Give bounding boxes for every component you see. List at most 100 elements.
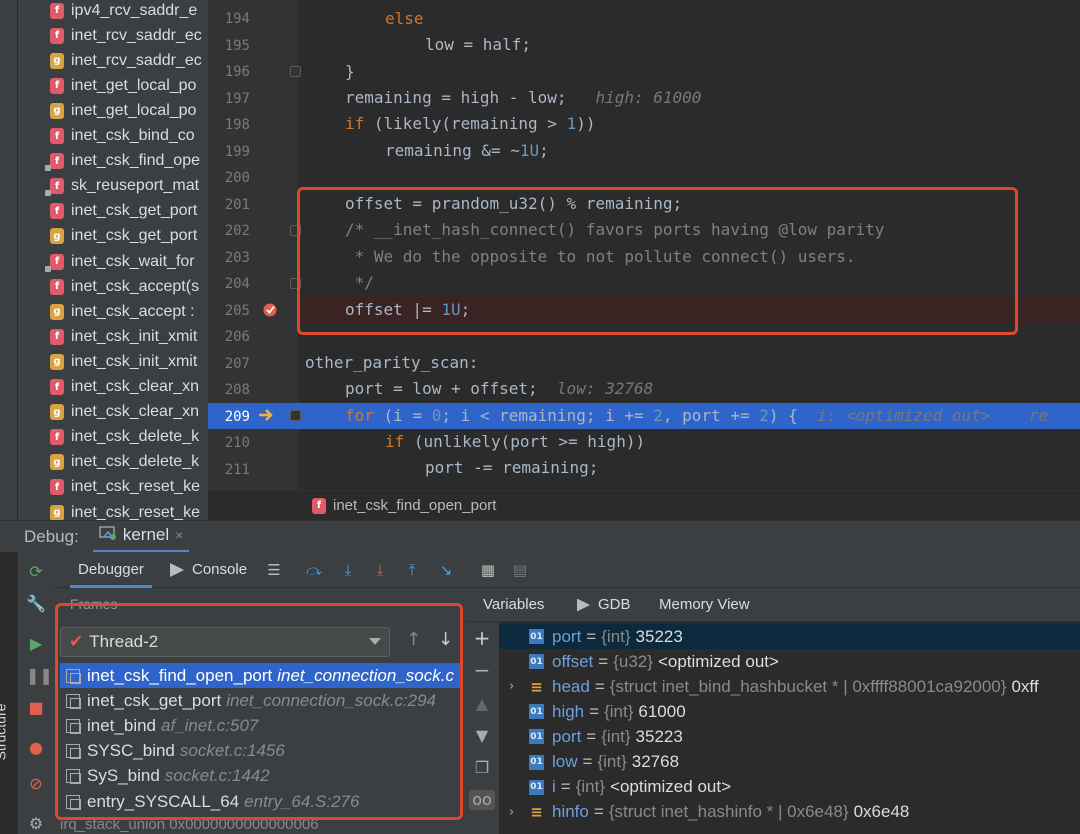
code-line-207[interactable]: other_parity_scan: [305,350,478,376]
structure-item-label: inet_rcv_saddr_ec [71,26,202,44]
rerun-icon[interactable]: ⟳ [26,562,46,582]
breadcrumb-item[interactable]: inet_csk_find_open_port [333,497,496,514]
add-watch-icon[interactable]: + [472,628,492,648]
structure-item[interactable]: f sk_reuseport_mat [18,174,208,199]
expand-arrow-icon[interactable]: › [509,679,521,694]
tab-gdb[interactable]: GDB [577,588,631,622]
tab-console[interactable]: Console [170,552,247,588]
structure-item[interactable]: g inet_csk_get_port [18,224,208,249]
line-number[interactable]: 205 [208,298,250,324]
structure-item[interactable]: g inet_csk_reset_ke [18,500,208,520]
run-to-cursor-icon[interactable]: ↘ [436,560,456,580]
close-icon[interactable]: × [175,527,183,543]
structure-item[interactable]: g inet_csk_accept : [18,299,208,324]
code-line-209[interactable]: for (i = 0; i < remaining; i += 2, port … [345,403,1048,429]
structure-item[interactable]: f inet_csk_delete_k [18,425,208,450]
gear-icon[interactable]: ⚙ [26,814,46,834]
step-over-icon[interactable]: ⤼ [304,560,324,580]
variable-row[interactable]: 01 low = {int} 32768 [499,750,1080,775]
code-line-208[interactable]: port = low + offset; low: 32768 [345,376,653,402]
code-line-197[interactable]: remaining = high - low; high: 61000 [345,85,701,111]
stop-icon[interactable]: ■ [26,698,46,718]
tab-variables[interactable]: Variables [483,588,544,622]
menu-icon[interactable]: ☰ [264,560,284,580]
primitive-icon: 01 [529,754,544,770]
structure-list[interactable]: f ipv4_rcv_saddr_ef inet_rcv_saddr_ecg inet… [18,0,208,520]
remove-watch-icon[interactable]: − [472,660,492,680]
variable-row[interactable]: 01 i = {int} <optimized out> [499,775,1080,800]
code-line-211[interactable]: port -= remaining; [425,455,598,481]
line-number[interactable]: 209 [208,404,250,430]
move-up-icon[interactable]: ▲ [472,694,492,714]
structure-item[interactable]: g inet_csk_init_xmit [18,349,208,374]
structure-tool-tab[interactable]: Structure [0,690,18,780]
structure-item[interactable]: f inet_csk_get_port [18,199,208,224]
structure-item[interactable]: f inet_csk_reset_ke [18,475,208,500]
copy-icon[interactable]: ❐ [472,758,492,778]
variable-row[interactable]: 01 high = {int} 61000 [499,699,1080,724]
evaluate-expression-icon[interactable]: ▦ [478,560,498,580]
wrench-settings-icon[interactable]: 🔧 [26,594,46,614]
step-into-icon[interactable]: ⤓ [338,560,358,580]
line-number[interactable]: 202 [208,218,250,244]
code-line-198[interactable]: if (likely(remaining > 1)) [345,111,595,137]
line-number[interactable]: 206 [208,324,250,350]
line-number[interactable]: 211 [208,457,250,483]
view-breakpoints-icon[interactable]: ● [26,738,46,758]
code-line-195[interactable]: low = half; [425,32,531,58]
structure-item[interactable]: f inet_get_local_po [18,73,208,98]
structure-item[interactable]: g inet_csk_delete_k [18,450,208,475]
equals-sign: = [582,752,593,771]
move-down-icon[interactable]: ▼ [472,726,492,746]
step-out-icon[interactable]: ⤒ [402,560,422,580]
line-number[interactable]: 197 [208,86,250,112]
line-number[interactable]: 204 [208,271,250,297]
structure-item[interactable]: g inet_get_local_po [18,98,208,123]
structure-item[interactable]: f inet_csk_find_ope [18,149,208,174]
fold-marker[interactable] [290,410,301,421]
line-number[interactable]: 208 [208,377,250,403]
line-number[interactable]: 195 [208,33,250,59]
structure-item[interactable]: f inet_rcv_saddr_ec [18,23,208,48]
structure-item[interactable]: g inet_rcv_saddr_ec [18,48,208,73]
variable-row[interactable]: › ≡ hinfo = {struct inet_hashinfo * | 0x6e48… [499,800,1080,825]
pause-program-icon[interactable]: ❚❚ [26,666,53,686]
force-step-into-icon[interactable]: ⤓ [370,560,390,580]
line-number[interactable]: 194 [208,6,250,32]
structure-item[interactable]: f ipv4_rcv_saddr_e [18,0,208,23]
line-number[interactable]: 199 [208,139,250,165]
line-number[interactable]: 207 [208,351,250,377]
line-number[interactable]: 196 [208,59,250,85]
variable-row[interactable]: 01 offset = {u32} <optimized out> [499,649,1080,674]
line-number[interactable]: 201 [208,192,250,218]
tab-memory-view[interactable]: Memory View [659,588,750,622]
code-line-196[interactable]: } [345,59,355,85]
glasses-icon[interactable]: oo [469,790,495,810]
code-line-194[interactable]: else [385,6,424,32]
structure-item[interactable]: f inet_csk_bind_co [18,124,208,149]
breakpoint-icon[interactable] [262,302,278,318]
tab-kernel-session[interactable]: kernel × [92,521,190,553]
structure-item[interactable]: f inet_csk_init_xmit [18,324,208,349]
structure-item[interactable]: f inet_csk_wait_for [18,249,208,274]
line-number[interactable]: 198 [208,112,250,138]
variable-row[interactable]: › ≡ head = {struct inet_bind_hashbucket * | … [499,674,1080,699]
structure-item[interactable]: f inet_csk_accept(s [18,274,208,299]
mute-breakpoints-icon[interactable]: ⊘ [26,774,46,794]
breadcrumb[interactable]: f inet_csk_find_open_port [208,490,1080,520]
code-line-210[interactable]: if (unlikely(port >= high)) [385,429,645,455]
variable-row[interactable]: 01 port = {int} 35223 [499,724,1080,749]
variable-row[interactable]: 01 port = {int} 35223 [499,624,1080,649]
function-icon: f [50,27,64,44]
structure-item[interactable]: f inet_csk_clear_xn [18,375,208,400]
structure-item[interactable]: g inet_csk_clear_xn [18,400,208,425]
fold-marker[interactable] [290,66,301,77]
resume-program-icon[interactable]: ▶ [26,634,46,654]
code-line-199[interactable]: remaining &= ~1U; [385,138,549,164]
tab-debugger[interactable]: Debugger [70,552,152,588]
line-number[interactable]: 203 [208,245,250,271]
trace-icon[interactable]: ▤ [510,560,530,580]
line-number[interactable]: 210 [208,430,250,456]
line-number[interactable]: 200 [208,165,250,191]
expand-arrow-icon[interactable]: › [509,805,521,820]
